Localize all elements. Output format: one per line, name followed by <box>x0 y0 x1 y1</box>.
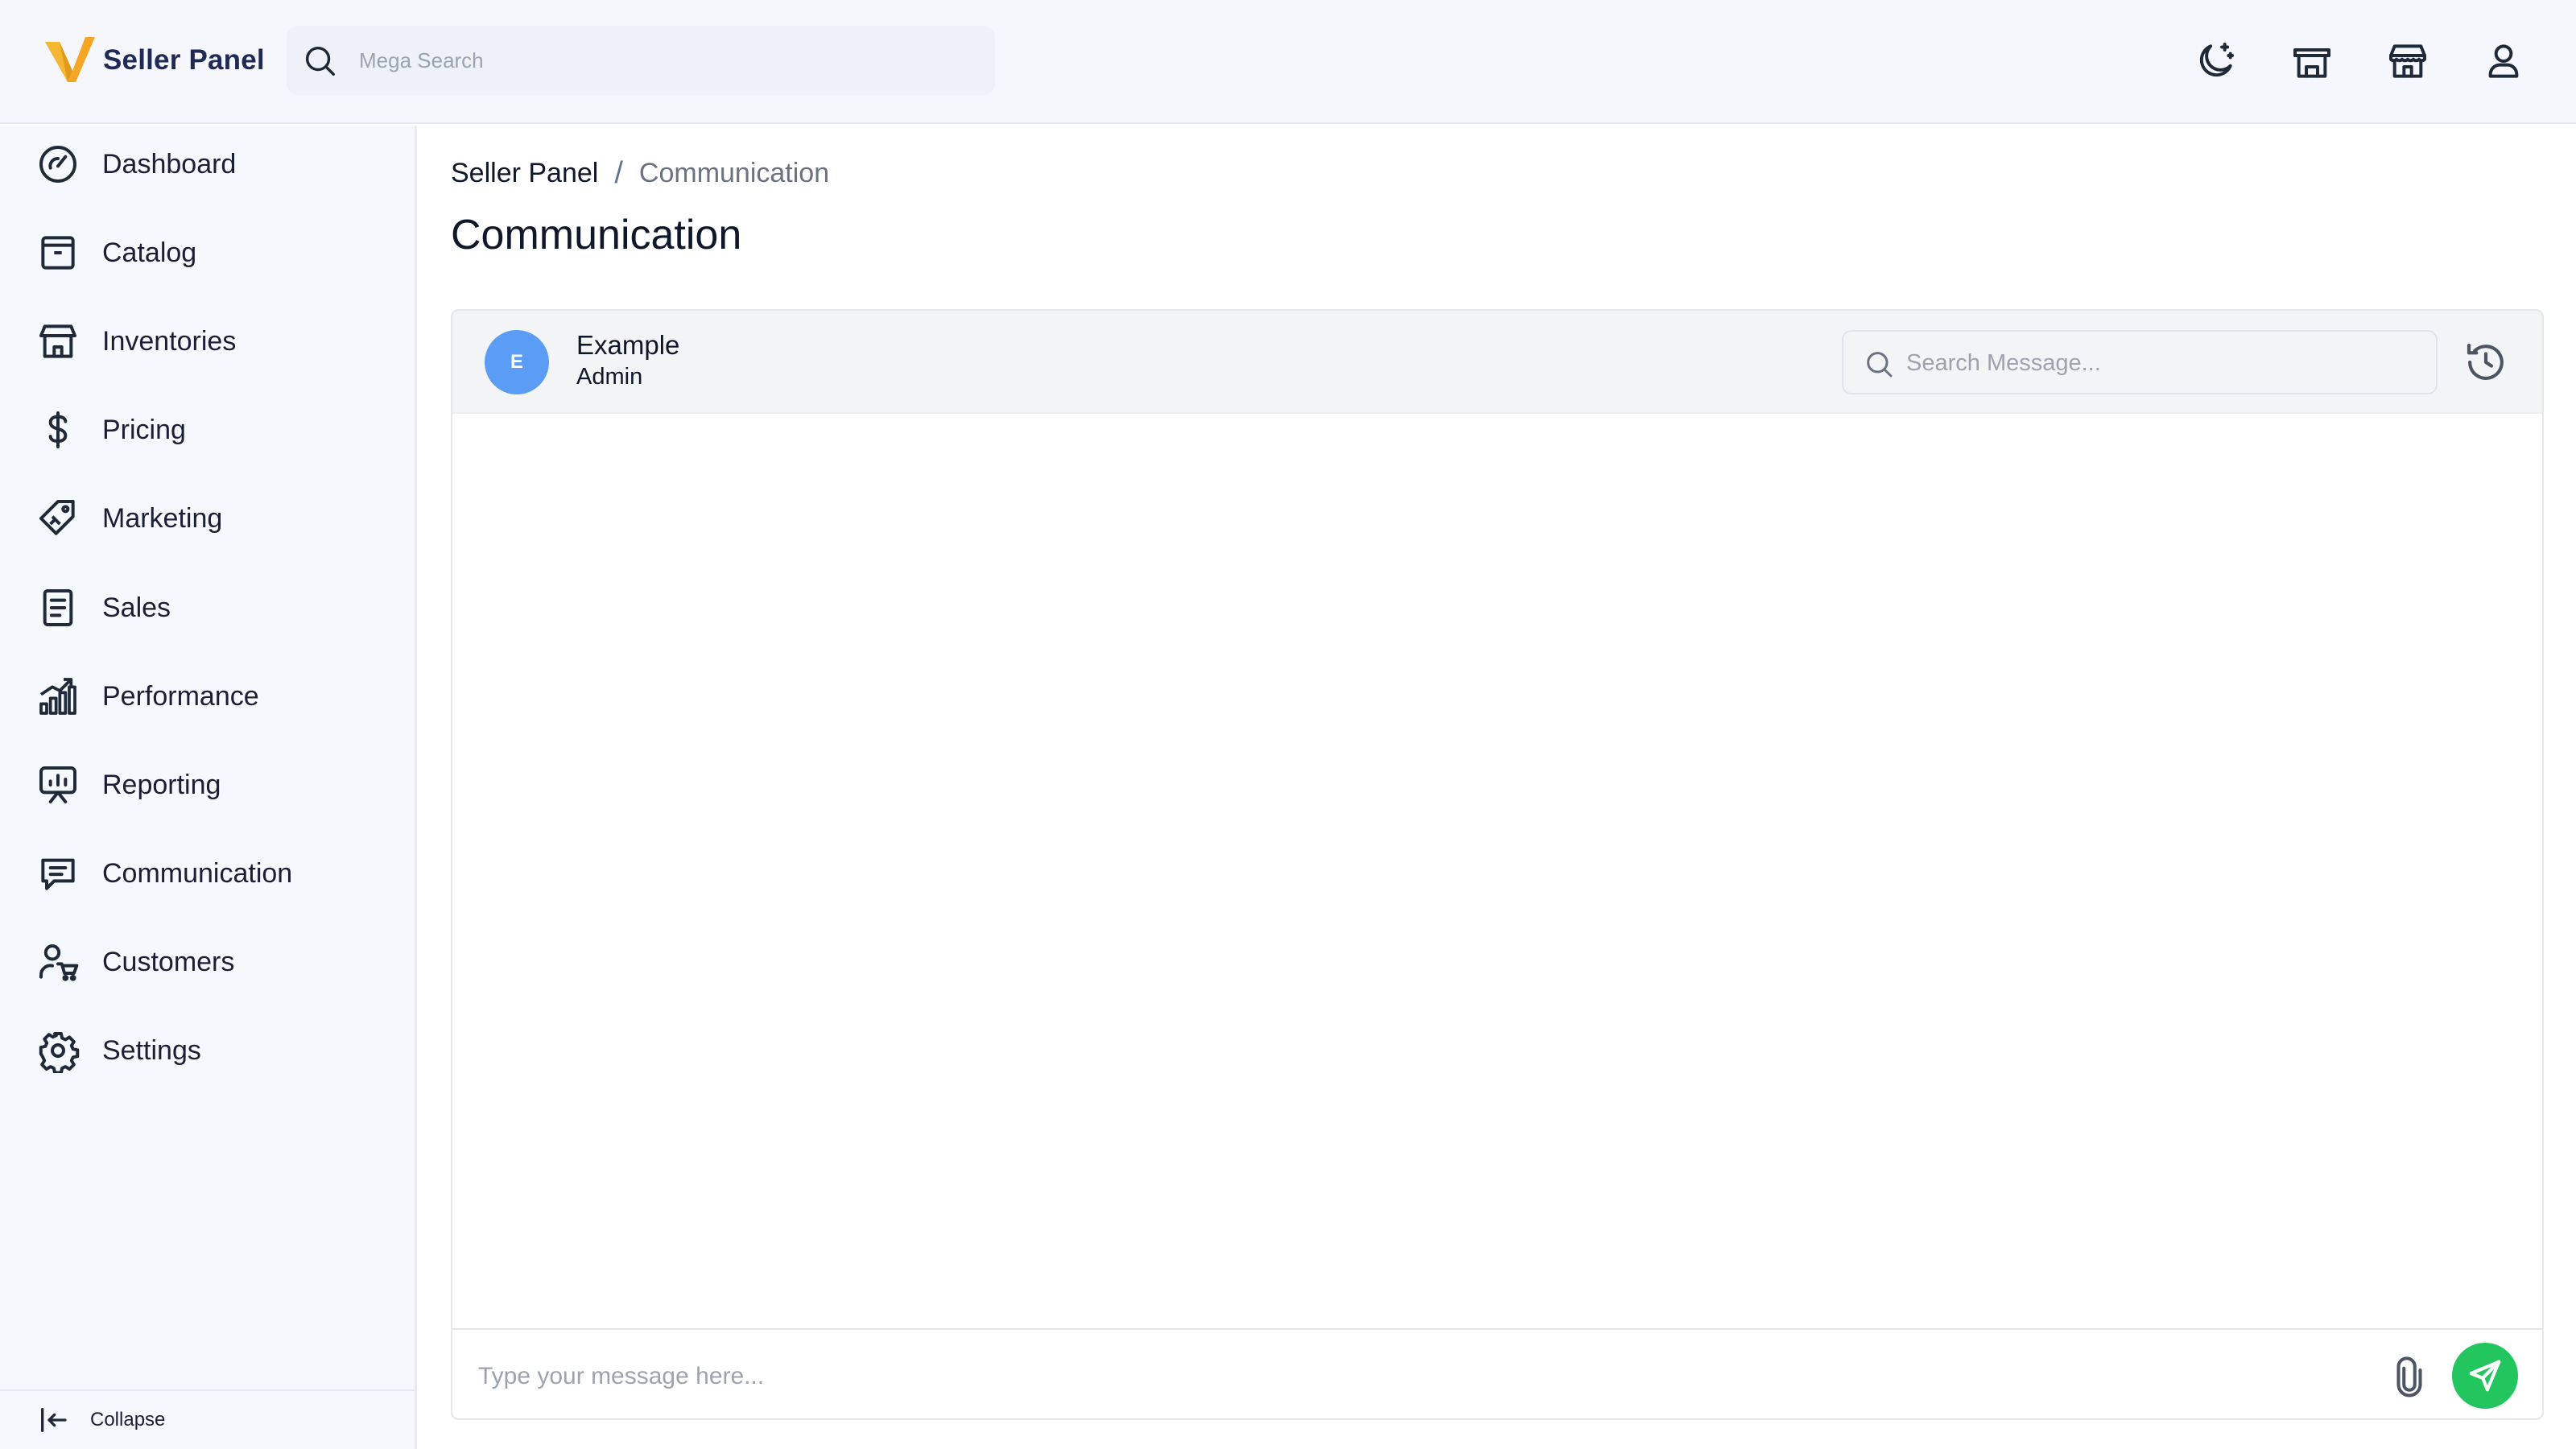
breadcrumb-current: Communication <box>638 158 830 188</box>
sidebar-item-label: Reporting <box>102 769 221 800</box>
sidebar-item-label: Settings <box>102 1034 201 1066</box>
sidebar-item-sales[interactable]: Sales <box>0 572 415 644</box>
gauge-icon <box>35 142 80 187</box>
user-profile-button[interactable] <box>2481 39 2526 84</box>
sidebar-item-reporting[interactable]: Reporting <box>0 749 415 821</box>
sidebar-item-pricing[interactable]: Pricing <box>0 394 415 466</box>
message-input[interactable] <box>478 1354 2330 1399</box>
store-icon <box>2293 48 2330 78</box>
sidebar-item-settings[interactable]: Settings <box>0 1014 415 1087</box>
top-header: Seller Panel <box>0 0 2576 124</box>
user-icon <box>2488 44 2519 78</box>
messages-area[interactable] <box>452 414 2542 1331</box>
page-title: Communication <box>451 212 742 258</box>
store-button[interactable] <box>2289 39 2334 84</box>
collapse-arrow-icon <box>41 1408 67 1432</box>
chat-header: E Example Admin <box>452 311 2542 414</box>
dollar-icon <box>35 407 80 452</box>
sidebar-item-catalog[interactable]: Catalog <box>0 217 415 289</box>
gear-icon <box>35 1028 80 1075</box>
collapse-label: Collapse <box>90 1409 166 1430</box>
sidebar-item-dashboard[interactable]: Dashboard <box>0 128 415 200</box>
sidebar-item-label: Customers <box>102 946 235 977</box>
presentation-icon <box>35 762 80 807</box>
document-list-icon <box>35 585 80 630</box>
avatar: E <box>485 330 549 394</box>
paperclip-icon <box>2396 1356 2422 1397</box>
attach-file-button[interactable] <box>2388 1356 2431 1399</box>
theme-toggle-button[interactable] <box>2193 39 2238 84</box>
sidebar-item-label: Sales <box>102 592 171 623</box>
history-icon <box>2467 343 2504 380</box>
sidebar-item-label: Marketing <box>102 502 223 534</box>
send-icon <box>2469 1360 2501 1392</box>
sidebar-item-inventories[interactable]: Inventories <box>0 305 415 378</box>
sidebar-item-label: Dashboard <box>102 148 237 180</box>
mega-search-box[interactable] <box>287 26 995 95</box>
send-message-button[interactable] <box>2452 1343 2518 1409</box>
sidebar-item-customers[interactable]: Customers <box>0 926 415 998</box>
warehouse-icon <box>35 319 80 364</box>
archive-box-icon <box>35 230 80 275</box>
user-cart-icon <box>35 939 80 985</box>
message-search-box[interactable] <box>1842 330 2438 394</box>
search-icon <box>305 46 335 76</box>
brand-name: Seller Panel <box>103 44 265 76</box>
sidebar-item-label: Performance <box>102 680 259 712</box>
moon-icon <box>2199 43 2234 77</box>
contact-role: Admin <box>576 364 643 390</box>
sidebar-item-communication[interactable]: Communication <box>0 837 415 910</box>
contact-name: Example <box>576 330 680 360</box>
sidebar-item-label: Pricing <box>102 414 186 445</box>
sidebar-item-label: Communication <box>102 857 293 889</box>
brand-logo[interactable]: Seller Panel <box>43 35 265 85</box>
breadcrumb-separator: / <box>614 156 623 190</box>
sidebar-item-label: Catalog <box>102 237 197 268</box>
message-icon <box>35 851 80 896</box>
collapse-sidebar-button[interactable]: Collapse <box>0 1389 415 1449</box>
mega-search-input[interactable] <box>359 40 971 80</box>
breadcrumb: Seller Panel / Communication <box>451 156 829 191</box>
history-button[interactable] <box>2463 340 2508 385</box>
sidebar-item-performance[interactable]: Performance <box>0 660 415 733</box>
chat-panel: E Example Admin <box>451 309 2544 1420</box>
sidebar-item-marketing[interactable]: Marketing <box>0 482 415 555</box>
breadcrumb-root-link[interactable]: Seller Panel <box>451 158 598 189</box>
bar-chart-icon <box>35 674 80 719</box>
message-composer <box>452 1328 2542 1418</box>
warehouse-icon <box>2389 44 2426 78</box>
sidebar-item-label: Inventories <box>102 325 237 357</box>
search-icon <box>1867 352 1893 378</box>
tag-icon <box>35 496 80 541</box>
logo-mark-icon <box>45 37 95 82</box>
warehouse-button[interactable] <box>2385 39 2430 84</box>
message-search-input[interactable] <box>1906 343 2421 383</box>
sidebar: Dashboard Catalog Inventories Pricing Ma… <box>0 126 417 1449</box>
